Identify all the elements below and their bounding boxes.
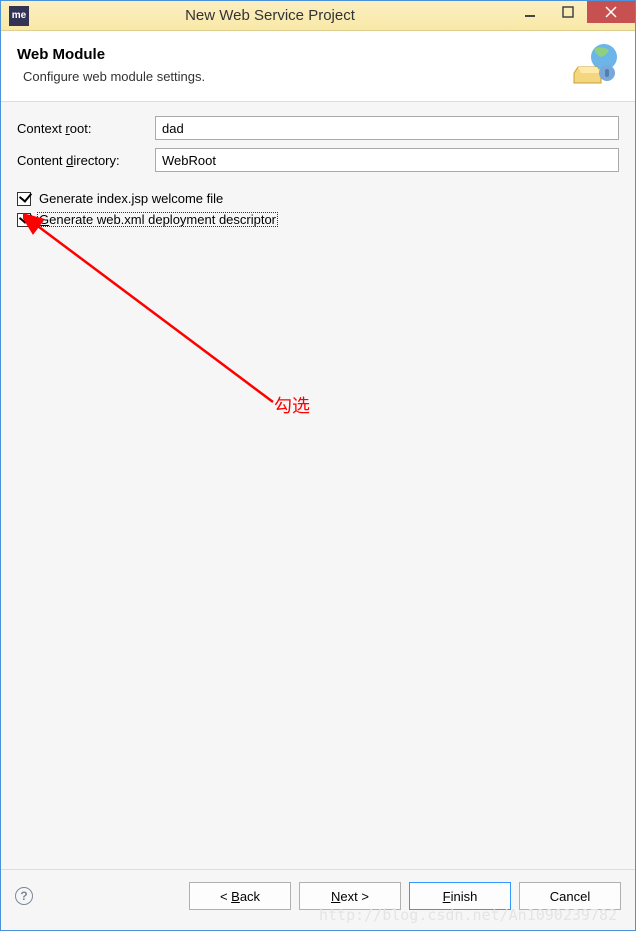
header-panel: Web Module Configure web module settings… xyxy=(1,31,635,102)
app-icon: me xyxy=(9,6,29,26)
titlebar: me New Web Service Project xyxy=(1,1,635,31)
checkbox-icon xyxy=(17,213,31,227)
finish-button[interactable]: Finish xyxy=(409,882,511,910)
minimize-icon xyxy=(524,6,536,18)
context-root-label: Context root: xyxy=(17,121,155,136)
generate-index-jsp-checkbox-row[interactable]: Generate index.jsp welcome file xyxy=(17,190,619,207)
annotation-text: 勾选 xyxy=(274,392,310,418)
dialog-window: me New Web Service Project Web Module Co… xyxy=(0,0,636,931)
page-title: Web Module xyxy=(17,46,569,63)
back-button[interactable]: < Back xyxy=(189,882,291,910)
close-button[interactable] xyxy=(587,1,635,23)
content-directory-row: Content directory: xyxy=(17,148,619,172)
help-icon[interactable]: ? xyxy=(15,887,33,905)
page-subtitle: Configure web module settings. xyxy=(23,69,569,84)
checkbox-group: Generate index.jsp welcome file Generate… xyxy=(17,190,619,228)
context-root-row: Context root: xyxy=(17,116,619,140)
close-icon xyxy=(605,6,617,18)
maximize-icon xyxy=(562,6,574,18)
context-root-input[interactable] xyxy=(155,116,619,140)
button-bar: ? < Back Next > Finish Cancel xyxy=(1,869,635,930)
content-area: Context root: Content directory: Generat… xyxy=(1,102,635,869)
window-title: New Web Service Project xyxy=(29,7,511,24)
content-directory-label: Content directory: xyxy=(17,153,155,168)
wizard-icon xyxy=(569,43,619,87)
generate-web-xml-checkbox-row[interactable]: Generate web.xml deployment descriptor xyxy=(17,211,619,228)
maximize-button[interactable] xyxy=(549,1,587,23)
content-directory-input[interactable] xyxy=(155,148,619,172)
checkbox-icon xyxy=(17,192,31,206)
minimize-button[interactable] xyxy=(511,1,549,23)
titlebar-buttons xyxy=(511,1,635,30)
annotation-arrow xyxy=(23,212,283,412)
generate-index-jsp-label: Generate index.jsp welcome file xyxy=(37,191,225,206)
next-button[interactable]: Next > xyxy=(299,882,401,910)
cancel-button[interactable]: Cancel xyxy=(519,882,621,910)
generate-web-xml-label: Generate web.xml deployment descriptor xyxy=(37,212,278,227)
